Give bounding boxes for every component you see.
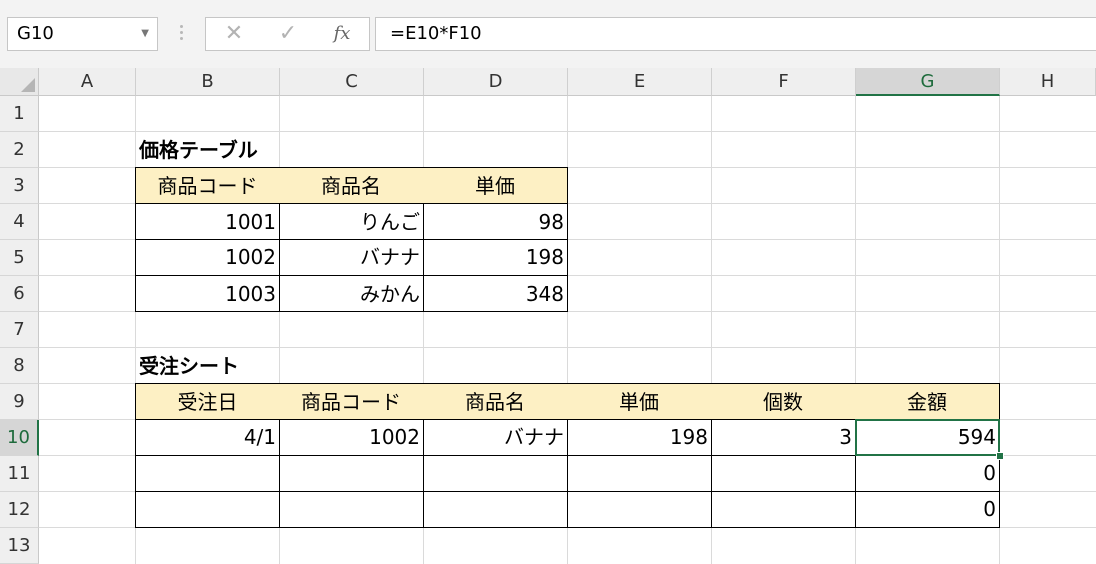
column-header-c[interactable]: C: [280, 68, 424, 96]
order-sheet-title[interactable]: 受注シート: [136, 348, 436, 384]
price-cell[interactable]: 98: [423, 203, 568, 240]
formula-buttons: ✕ ✓ fx: [205, 17, 370, 51]
column-header-g[interactable]: G: [856, 68, 1000, 96]
order-cell[interactable]: 1002: [279, 419, 424, 456]
order-header-code[interactable]: 商品コード: [279, 383, 424, 420]
row-header-2[interactable]: 2: [0, 132, 39, 168]
price-cell[interactable]: りんご: [279, 203, 424, 240]
enter-icon[interactable]: ✓: [268, 18, 308, 50]
formula-input[interactable]: =E10*F10: [375, 17, 1096, 51]
formula-text: =E10*F10: [390, 23, 482, 44]
order-cell[interactable]: 198: [567, 419, 712, 456]
price-header-name[interactable]: 商品名: [279, 167, 424, 204]
order-cell[interactable]: [135, 455, 280, 492]
order-cell[interactable]: [135, 491, 280, 528]
order-cell[interactable]: 0: [855, 455, 1000, 492]
row-header-5[interactable]: 5: [0, 240, 39, 276]
row-header-11[interactable]: 11: [0, 456, 39, 492]
order-cell[interactable]: [711, 491, 856, 528]
order-header-qty[interactable]: 個数: [711, 383, 856, 420]
column-header-a[interactable]: A: [39, 68, 136, 96]
price-header-price[interactable]: 単価: [423, 167, 568, 204]
order-cell[interactable]: 3: [711, 419, 856, 456]
row-header-7[interactable]: 7: [0, 312, 39, 348]
active-cell[interactable]: 594: [855, 419, 1000, 456]
fill-handle[interactable]: [996, 452, 1004, 460]
insert-function-icon[interactable]: fx: [322, 18, 362, 50]
order-header-name[interactable]: 商品名: [423, 383, 568, 420]
row-header-4[interactable]: 4: [0, 204, 39, 240]
price-table-title[interactable]: 価格テーブル: [136, 132, 436, 168]
row-header-9[interactable]: 9: [0, 384, 39, 420]
order-header-amount[interactable]: 金額: [855, 383, 1000, 420]
price-cell[interactable]: 348: [423, 275, 568, 312]
row-header-1[interactable]: 1: [0, 96, 39, 132]
column-header-h[interactable]: H: [1000, 68, 1096, 96]
cancel-icon[interactable]: ✕: [214, 18, 254, 50]
formula-bar: G10 ▼ ✕ ✓ fx =E10*F10: [0, 0, 1096, 68]
order-cell[interactable]: 4/1: [135, 419, 280, 456]
row-header-8[interactable]: 8: [0, 348, 39, 384]
row-header-3[interactable]: 3: [0, 168, 39, 204]
column-header-f[interactable]: F: [712, 68, 856, 96]
order-header-price[interactable]: 単価: [567, 383, 712, 420]
order-cell[interactable]: [423, 491, 568, 528]
order-cell[interactable]: [567, 455, 712, 492]
row-header-10[interactable]: 10: [0, 420, 39, 456]
row-header-13[interactable]: 13: [0, 528, 39, 564]
price-header-code[interactable]: 商品コード: [135, 167, 280, 204]
price-cell[interactable]: 1001: [135, 203, 280, 240]
price-cell[interactable]: 198: [423, 239, 568, 276]
select-all-button[interactable]: [0, 68, 39, 96]
order-cell[interactable]: 0: [855, 491, 1000, 528]
price-cell[interactable]: バナナ: [279, 239, 424, 276]
row-header-6[interactable]: 6: [0, 276, 39, 312]
drag-handle-icon[interactable]: [174, 22, 188, 46]
order-cell[interactable]: バナナ: [423, 419, 568, 456]
price-cell[interactable]: 1002: [135, 239, 280, 276]
order-cell[interactable]: [423, 455, 568, 492]
order-cell[interactable]: [567, 491, 712, 528]
column-header-b[interactable]: B: [136, 68, 280, 96]
name-box[interactable]: G10 ▼: [7, 17, 158, 51]
order-header-date[interactable]: 受注日: [135, 383, 280, 420]
row-header-12[interactable]: 12: [0, 492, 39, 528]
name-box-value: G10: [17, 23, 54, 44]
order-cell[interactable]: [279, 455, 424, 492]
price-cell[interactable]: みかん: [279, 275, 424, 312]
column-header-e[interactable]: E: [568, 68, 712, 96]
order-cell[interactable]: [711, 455, 856, 492]
column-header-d[interactable]: D: [424, 68, 568, 96]
chevron-down-icon[interactable]: ▼: [141, 18, 149, 50]
order-cell[interactable]: [279, 491, 424, 528]
price-cell[interactable]: 1003: [135, 275, 280, 312]
